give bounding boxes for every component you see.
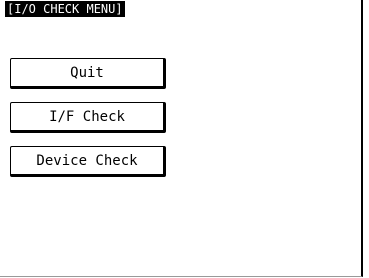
quit-button[interactable]: Quit bbox=[10, 58, 166, 89]
menu-screen: [I/O CHECK MENU] Quit I/F Check Device C… bbox=[0, 0, 363, 277]
if-check-button[interactable]: I/F Check bbox=[10, 102, 166, 133]
page-title: [I/O CHECK MENU] bbox=[5, 1, 125, 17]
device-check-button[interactable]: Device Check bbox=[10, 146, 166, 177]
